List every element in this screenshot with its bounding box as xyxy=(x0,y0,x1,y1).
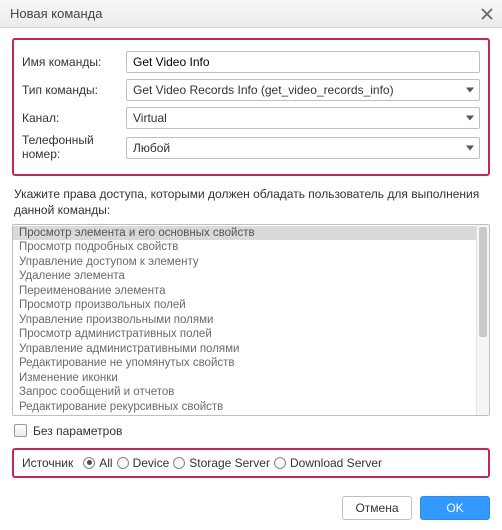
permissions-help: Укажите права доступа, которыми должен о… xyxy=(14,186,488,218)
dialog-title: Новая команда xyxy=(10,6,103,21)
radio-icon xyxy=(173,457,185,469)
list-item[interactable]: Управление журналом xyxy=(13,414,476,415)
channel-select[interactable]: Virtual xyxy=(126,107,480,129)
command-form-box: Имя команды: Тип команды: Get Video Reco… xyxy=(12,38,490,176)
radio-icon xyxy=(117,457,129,469)
dialog-footer: Отмена OK xyxy=(0,486,502,530)
scrollbar[interactable] xyxy=(476,225,489,415)
source-radio-option[interactable]: All xyxy=(83,456,112,470)
phone-select[interactable]: Любой xyxy=(126,137,480,159)
radio-icon xyxy=(274,457,286,469)
source-radio-option[interactable]: Device xyxy=(117,456,170,470)
list-item[interactable]: Редактирование не упомянутых свойств xyxy=(13,356,476,371)
source-radio-option[interactable]: Download Server xyxy=(274,456,382,470)
source-radio-option[interactable]: Storage Server xyxy=(173,456,270,470)
list-item[interactable]: Просмотр подробных свойств xyxy=(13,240,476,255)
permissions-listbox[interactable]: Просмотр элемента и его основных свойств… xyxy=(13,225,476,415)
list-item[interactable]: Редактирование рекурсивных свойств xyxy=(13,400,476,415)
ok-button[interactable]: OK xyxy=(420,496,490,520)
list-item[interactable]: Управление административными полями xyxy=(13,342,476,357)
channel-label: Канал: xyxy=(22,111,126,125)
source-label: Источник xyxy=(22,456,73,470)
close-icon[interactable] xyxy=(480,7,494,21)
type-label: Тип команды: xyxy=(22,83,126,97)
name-input[interactable] xyxy=(126,51,480,73)
cancel-button[interactable]: Отмена xyxy=(342,496,412,520)
phone-select-value: Любой xyxy=(133,141,170,155)
type-select[interactable]: Get Video Records Info (get_video_record… xyxy=(126,79,480,101)
list-item[interactable]: Управление доступом к элементу xyxy=(13,255,476,270)
radio-icon xyxy=(83,457,95,469)
chevron-down-icon xyxy=(466,116,474,121)
source-box: Источник All Device Storage Server Download… xyxy=(12,448,490,478)
type-select-value: Get Video Records Info (get_video_record… xyxy=(133,83,394,97)
chevron-down-icon xyxy=(466,88,474,93)
list-item[interactable]: Просмотр административных полей xyxy=(13,327,476,342)
radio-label: Download Server xyxy=(290,456,382,470)
list-item[interactable]: Просмотр элемента и его основных свойств xyxy=(13,226,476,241)
no-params-checkbox[interactable] xyxy=(14,424,27,437)
name-label: Имя команды: xyxy=(22,55,126,69)
scrollbar-thumb[interactable] xyxy=(479,227,487,337)
radio-label: Device xyxy=(133,456,170,470)
list-item[interactable]: Удаление элемента xyxy=(13,269,476,284)
permissions-listbox-wrap: Просмотр элемента и его основных свойств… xyxy=(12,224,490,416)
list-item[interactable]: Переименование элемента xyxy=(13,284,476,299)
phone-label: Телефонный номер: xyxy=(22,134,126,162)
dialog-titlebar: Новая команда xyxy=(0,0,502,28)
source-radio-group: All Device Storage Server Download Server xyxy=(83,456,382,470)
no-params-label: Без параметров xyxy=(33,424,122,438)
channel-select-value: Virtual xyxy=(133,111,167,125)
radio-label: All xyxy=(99,456,112,470)
chevron-down-icon xyxy=(466,145,474,150)
radio-label: Storage Server xyxy=(189,456,270,470)
list-item[interactable]: Просмотр произвольных полей xyxy=(13,298,476,313)
list-item[interactable]: Управление произвольными полями xyxy=(13,313,476,328)
list-item[interactable]: Изменение иконки xyxy=(13,371,476,386)
list-item[interactable]: Запрос сообщений и отчетов xyxy=(13,385,476,400)
